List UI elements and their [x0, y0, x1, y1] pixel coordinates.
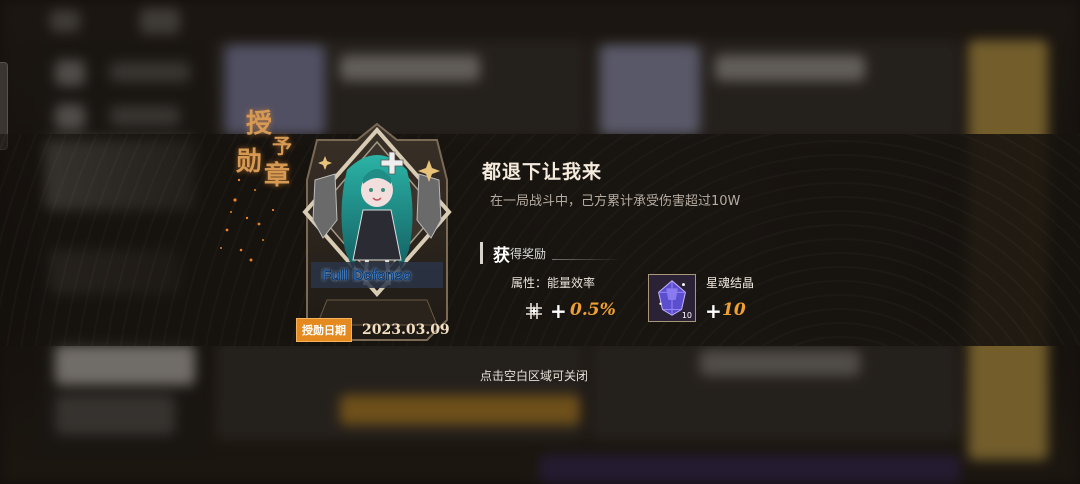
- award-date-value: 2023.03.09: [362, 321, 450, 338]
- rewards-heading-big: 获: [493, 245, 510, 266]
- badge-name-text: Full Defense: [322, 267, 412, 285]
- item-reward-name: 星魂结晶: [706, 276, 755, 290]
- heading-underline: [552, 258, 623, 260]
- attribute-reward-value: 0.5%: [570, 300, 616, 320]
- heading-bar: [480, 242, 483, 264]
- spark-particles: [220, 178, 275, 262]
- item-reward-value: 10: [722, 300, 746, 320]
- star-soul-crystal-item[interactable]: 10: [648, 274, 696, 322]
- rewards-heading: 获 得奖励: [480, 241, 623, 266]
- achievement-description: 在一局战斗中，己方累计承受伤害超过10W: [490, 194, 741, 209]
- item-count: 10: [681, 311, 692, 320]
- award-date-label: 授勋日期: [296, 317, 352, 342]
- close-hint[interactable]: 点击空白区域可关闭: [480, 367, 588, 384]
- attribute-plus-sign: +: [550, 299, 567, 323]
- energy-efficiency-icon: [526, 303, 542, 319]
- item-plus-sign: +: [705, 299, 722, 323]
- rewards-heading-small: 得奖励: [510, 246, 547, 261]
- attribute-reward-label: 属性：能量效率: [511, 276, 596, 290]
- achievement-title: 都退下让我来: [482, 161, 603, 183]
- award-date-tag: 授勋日期 2023.03.09: [296, 317, 450, 342]
